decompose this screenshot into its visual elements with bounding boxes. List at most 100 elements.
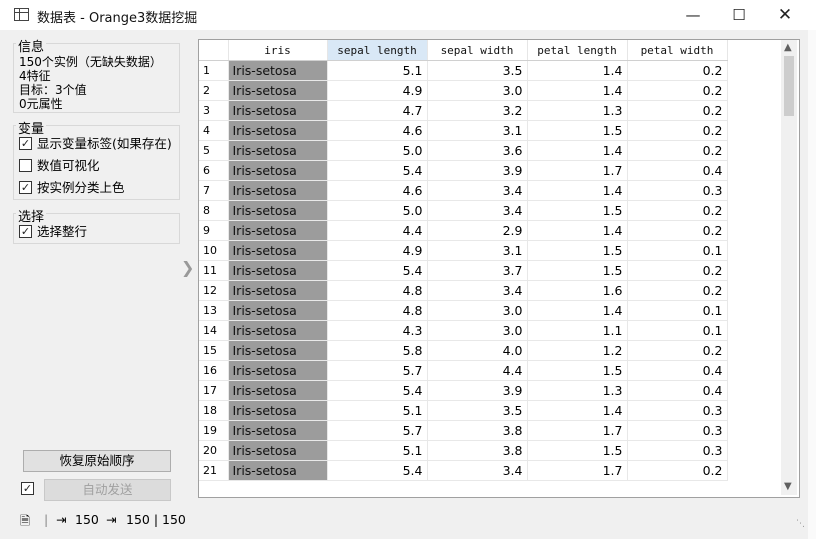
row-index[interactable]: 16 — [199, 360, 229, 381]
row-index[interactable]: 15 — [199, 340, 229, 361]
auto-send-checkbox[interactable] — [21, 482, 34, 495]
sepal-length-cell[interactable]: 5.4 — [327, 260, 428, 281]
report-document-icon[interactable]: 🗎 — [20, 512, 30, 533]
close-button[interactable]: ✕ — [762, 0, 808, 30]
class-cell[interactable]: Iris-setosa — [228, 420, 328, 441]
petal-length-cell[interactable]: 1.4 — [527, 300, 628, 321]
column-header-petal-width[interactable]: petal width — [627, 40, 728, 61]
row-index[interactable]: 3 — [199, 100, 229, 121]
row-index[interactable]: 17 — [199, 380, 229, 401]
table-row[interactable]: 18 Iris-setosa 5.1 3.5 1.4 0.3 — [199, 400, 728, 421]
petal-width-cell[interactable]: 0.3 — [627, 400, 728, 421]
class-cell[interactable]: Iris-setosa — [228, 260, 328, 281]
table-row[interactable]: 1 Iris-setosa 5.1 3.5 1.4 0.2 — [199, 60, 728, 81]
sepal-length-cell[interactable]: 5.4 — [327, 380, 428, 401]
row-index[interactable]: 4 — [199, 120, 229, 141]
corner-header[interactable] — [199, 40, 229, 61]
sepal-width-cell[interactable]: 3.0 — [427, 320, 528, 341]
petal-length-cell[interactable]: 1.4 — [527, 140, 628, 161]
petal-width-cell[interactable]: 0.2 — [627, 140, 728, 161]
sepal-width-cell[interactable]: 3.1 — [427, 120, 528, 141]
sepal-length-cell[interactable]: 5.1 — [327, 440, 428, 461]
table-row[interactable]: 17 Iris-setosa 5.4 3.9 1.3 0.4 — [199, 380, 728, 401]
table-row[interactable]: 8 Iris-setosa 5.0 3.4 1.5 0.2 — [199, 200, 728, 221]
petal-width-cell[interactable]: 0.3 — [627, 440, 728, 461]
petal-width-cell[interactable]: 0.4 — [627, 360, 728, 381]
petal-length-cell[interactable]: 1.5 — [527, 120, 628, 141]
resize-grip-icon[interactable]: ⋱ — [796, 519, 805, 529]
petal-width-cell[interactable]: 0.2 — [627, 340, 728, 361]
show-labels-option[interactable]: 显示变量标签(如果存在) — [19, 136, 172, 152]
petal-length-cell[interactable]: 1.5 — [527, 260, 628, 281]
class-cell[interactable]: Iris-setosa — [228, 160, 328, 181]
sepal-length-cell[interactable]: 4.3 — [327, 320, 428, 341]
row-index[interactable]: 7 — [199, 180, 229, 201]
table-row[interactable]: 2 Iris-setosa 4.9 3.0 1.4 0.2 — [199, 80, 728, 101]
column-header-sepal-width[interactable]: sepal width — [427, 40, 528, 61]
sepal-length-cell[interactable]: 5.7 — [327, 420, 428, 441]
class-cell[interactable]: Iris-setosa — [228, 220, 328, 241]
sepal-length-cell[interactable]: 4.6 — [327, 120, 428, 141]
visualize-values-checkbox[interactable] — [19, 159, 32, 172]
scroll-up-arrow-icon[interactable]: ▲ — [784, 42, 792, 53]
sepal-length-cell[interactable]: 4.9 — [327, 240, 428, 261]
row-index[interactable]: 18 — [199, 400, 229, 421]
scrollbar-thumb[interactable] — [784, 56, 794, 116]
class-cell[interactable]: Iris-setosa — [228, 60, 328, 81]
class-cell[interactable]: Iris-setosa — [228, 120, 328, 141]
class-cell[interactable]: Iris-setosa — [228, 200, 328, 221]
table-row[interactable]: 15 Iris-setosa 5.8 4.0 1.2 0.2 — [199, 340, 728, 361]
sepal-length-cell[interactable]: 5.0 — [327, 200, 428, 221]
sepal-width-cell[interactable]: 3.0 — [427, 300, 528, 321]
table-row[interactable]: 12 Iris-setosa 4.8 3.4 1.6 0.2 — [199, 280, 728, 301]
sepal-length-cell[interactable]: 5.1 — [327, 60, 428, 81]
class-cell[interactable]: Iris-setosa — [228, 380, 328, 401]
class-cell[interactable]: Iris-setosa — [228, 320, 328, 341]
sepal-width-cell[interactable]: 3.4 — [427, 280, 528, 301]
sepal-width-cell[interactable]: 3.7 — [427, 260, 528, 281]
sepal-length-cell[interactable]: 5.4 — [327, 460, 428, 481]
sepal-length-cell[interactable]: 5.7 — [327, 360, 428, 381]
auto-send-button[interactable]: 自动发送 — [44, 479, 171, 501]
row-index[interactable]: 5 — [199, 140, 229, 161]
table-row[interactable]: 5 Iris-setosa 5.0 3.6 1.4 0.2 — [199, 140, 728, 161]
petal-length-cell[interactable]: 1.1 — [527, 320, 628, 341]
class-cell[interactable]: Iris-setosa — [228, 140, 328, 161]
petal-length-cell[interactable]: 1.4 — [527, 220, 628, 241]
petal-width-cell[interactable]: 0.1 — [627, 300, 728, 321]
petal-length-cell[interactable]: 1.2 — [527, 340, 628, 361]
collapse-panel-chevron-icon[interactable]: ❯ — [181, 258, 194, 277]
show-labels-checkbox[interactable] — [19, 137, 32, 150]
row-index[interactable]: 11 — [199, 260, 229, 281]
column-header-sepal-length[interactable]: sepal length — [327, 40, 428, 61]
sepal-length-cell[interactable]: 4.6 — [327, 180, 428, 201]
sepal-width-cell[interactable]: 4.4 — [427, 360, 528, 381]
petal-length-cell[interactable]: 1.7 — [527, 420, 628, 441]
row-index[interactable]: 1 — [199, 60, 229, 81]
table-row[interactable]: 14 Iris-setosa 4.3 3.0 1.1 0.1 — [199, 320, 728, 341]
row-index[interactable]: 10 — [199, 240, 229, 261]
table-row[interactable]: 11 Iris-setosa 5.4 3.7 1.5 0.2 — [199, 260, 728, 281]
petal-length-cell[interactable]: 1.7 — [527, 160, 628, 181]
row-index[interactable]: 2 — [199, 80, 229, 101]
row-index[interactable]: 21 — [199, 460, 229, 481]
table-row[interactable]: 16 Iris-setosa 5.7 4.4 1.5 0.4 — [199, 360, 728, 381]
petal-width-cell[interactable]: 0.2 — [627, 60, 728, 81]
row-index[interactable]: 8 — [199, 200, 229, 221]
petal-width-cell[interactable]: 0.2 — [627, 280, 728, 301]
row-index[interactable]: 13 — [199, 300, 229, 321]
sepal-length-cell[interactable]: 5.4 — [327, 160, 428, 181]
color-by-class-checkbox[interactable] — [19, 181, 32, 194]
visualize-values-option[interactable]: 数值可视化 — [19, 158, 100, 174]
table-row[interactable]: 13 Iris-setosa 4.8 3.0 1.4 0.1 — [199, 300, 728, 321]
class-cell[interactable]: Iris-setosa — [228, 280, 328, 301]
sepal-length-cell[interactable]: 5.1 — [327, 400, 428, 421]
petal-width-cell[interactable]: 0.3 — [627, 180, 728, 201]
sepal-width-cell[interactable]: 3.9 — [427, 160, 528, 181]
table-row[interactable]: 6 Iris-setosa 5.4 3.9 1.7 0.4 — [199, 160, 728, 181]
class-cell[interactable]: Iris-setosa — [228, 360, 328, 381]
sepal-width-cell[interactable]: 3.5 — [427, 400, 528, 421]
sepal-length-cell[interactable]: 4.4 — [327, 220, 428, 241]
row-index[interactable]: 9 — [199, 220, 229, 241]
vertical-scrollbar[interactable]: ▲ ▼ — [781, 40, 797, 495]
